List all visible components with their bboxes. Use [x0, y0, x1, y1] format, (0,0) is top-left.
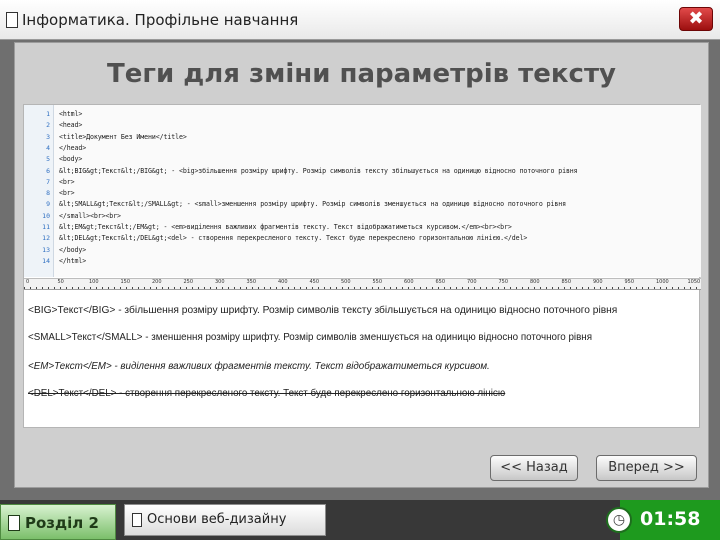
line-number: 1 — [46, 110, 50, 118]
slide-area: Теги для зміни параметрів тексту 1234567… — [14, 42, 709, 488]
ruler-label: 700 — [467, 279, 477, 285]
ruler-label: 900 — [593, 279, 603, 285]
ruler-label: 750 — [498, 279, 509, 285]
editor-screenshot: 1 2 3 4 5 6 7 8 9 10 11 12 13 14 <html> <head> <title>Д… — [23, 104, 701, 428]
title-bar: Інформатика. Профільне навчання ✖ — [0, 0, 720, 40]
ruler-label: 250 — [183, 279, 194, 285]
ruler-label: 350 — [246, 279, 257, 285]
code-line: &lt;EM&gt;Текст&lt;/EM&gt; - <em>виділен… — [59, 223, 512, 231]
preview-big-line: <BIG>Текст</BIG> - збільшення розміру шр… — [28, 305, 618, 316]
ruler-label: 50 — [57, 279, 64, 285]
ruler-label: 800 — [530, 279, 540, 285]
line-number: 3 — [46, 132, 50, 141]
ruler-label: 1050 — [687, 279, 701, 285]
slide-title: Теги для зміни параметрів тексту — [107, 59, 616, 89]
line-number: 7 — [46, 177, 50, 186]
app-window: Інформатика. Профільне навчання ✖ Теги д… — [0, 0, 720, 500]
line-number: 2 — [46, 121, 50, 130]
clock-icon: ◷ — [606, 507, 632, 533]
preview-em-line: <EM>Текст</EM> - виділення важливих фраг… — [28, 361, 490, 372]
line-number: 13 — [42, 245, 50, 254]
footer-bar: Розділ 2 Основи веб-дизайну ◷ 01:58 — [0, 500, 720, 540]
preview-small-line: <SMALL>Текст</SMALL> - зменшення розміру… — [28, 332, 593, 343]
line-number: 11 — [42, 223, 50, 231]
code-line: &lt;DEL&gt;Текст&lt;/DEL&gt;<del> - ство… — [59, 234, 528, 243]
code-line: </body> — [59, 245, 87, 254]
line-number: 4 — [46, 143, 50, 152]
code-line: <br> — [59, 177, 75, 186]
back-button[interactable]: << Назад — [490, 455, 578, 481]
ruler-label: 850 — [561, 279, 572, 285]
close-button[interactable]: ✖ — [679, 7, 713, 31]
ruler-label: 0 — [26, 279, 30, 285]
ruler-label: 450 — [309, 279, 320, 285]
code-line: <head> — [59, 121, 83, 130]
ruler-label: 1000 — [656, 279, 669, 285]
topic-tab[interactable]: Основи веб-дизайну — [124, 504, 326, 536]
code-line: <html> — [59, 110, 83, 118]
ruler-label: 950 — [624, 279, 635, 285]
line-number: 9 — [46, 200, 50, 209]
ruler-label: 400 — [278, 279, 288, 285]
code-line: <br> — [59, 189, 75, 198]
code-panel: 1 2 3 4 5 6 7 8 9 10 11 12 13 14 <html> <head> <title>Д… — [24, 105, 701, 277]
ruler-label: 300 — [215, 279, 225, 285]
ruler: 0 50 100 150 200 250 300 350 400 450 500 550 600 650 7… — [24, 278, 701, 290]
code-line: &lt;BIG&gt;Текст&lt;/BIG&gt; - <big>збіл… — [59, 166, 578, 175]
ruler-label: 650 — [435, 279, 446, 285]
line-number: 5 — [46, 155, 50, 164]
section-label: Розділ 2 — [25, 514, 99, 532]
timer-value: 01:58 — [640, 508, 701, 530]
line-number-gutter: 1 2 3 4 5 6 7 8 9 10 11 12 13 14 — [24, 105, 54, 277]
ruler-label: 200 — [152, 279, 162, 285]
line-number: 10 — [42, 211, 50, 220]
line-number: 8 — [46, 189, 50, 198]
ruler-label: 100 — [89, 279, 99, 285]
ruler-label: 150 — [120, 279, 131, 285]
ruler-label: 500 — [341, 279, 351, 285]
code-line: </html> — [59, 256, 87, 265]
section-tab[interactable]: Розділ 2 — [0, 504, 116, 540]
topic-label: Основи веб-дизайну — [147, 512, 287, 527]
ruler-label: 600 — [404, 279, 414, 285]
line-number: 14 — [42, 256, 50, 265]
preview-del-line: <DEL>Текст</DEL> - створення перекреслен… — [28, 388, 506, 399]
timer: ◷ 01:58 — [606, 500, 720, 540]
ruler-label: 550 — [372, 279, 383, 285]
book-icon — [8, 515, 20, 531]
code-line: </small><br><br> — [59, 211, 121, 220]
document-icon — [132, 513, 142, 527]
window-title: Інформатика. Профільне навчання — [22, 11, 299, 29]
forward-button[interactable]: Вперед >> — [596, 455, 697, 481]
line-number: 6 — [46, 166, 50, 175]
code-line: <body> — [59, 155, 83, 164]
line-number: 12 — [42, 234, 50, 243]
code-line: <title>Документ Без Имени</title> — [59, 132, 187, 141]
code-line: </head> — [59, 143, 87, 152]
code-line: &lt;SMALL&gt;Текст&lt;/SMALL&gt; - <smal… — [59, 200, 566, 209]
document-icon — [6, 12, 18, 28]
